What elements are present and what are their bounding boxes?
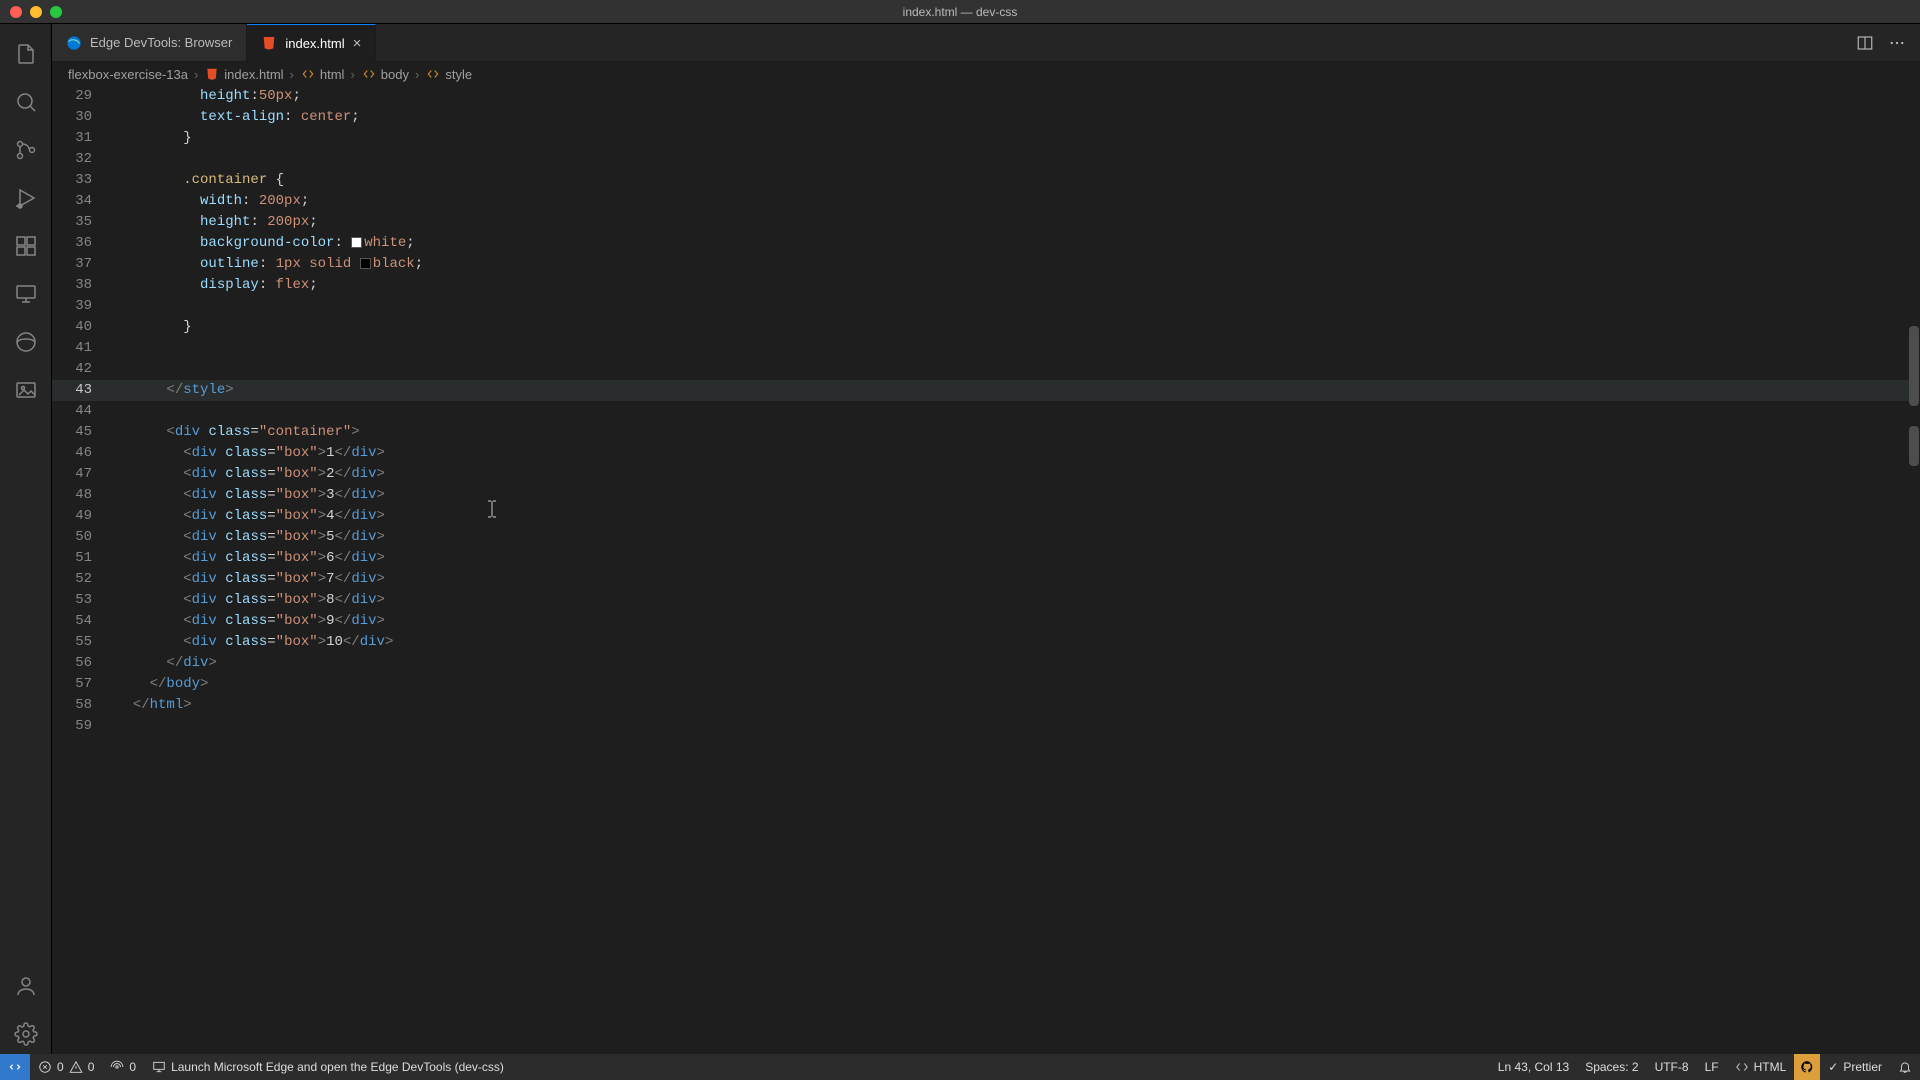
tab-edge-devtools[interactable]: Edge DevTools: Browser (52, 24, 247, 61)
ports-indicator[interactable]: 0 (102, 1054, 144, 1080)
run-debug-icon[interactable] (2, 178, 50, 218)
code-line[interactable]: 45 <div class="container"> (52, 422, 1912, 443)
launch-edge-button[interactable]: Launch Microsoft Edge and open the Edge … (144, 1054, 512, 1080)
code-line[interactable]: 40 } (52, 317, 1912, 338)
brackets-icon (425, 66, 441, 82)
indent-setting[interactable]: Spaces: 2 (1577, 1054, 1646, 1080)
remote-explorer-icon[interactable] (2, 274, 50, 314)
tab-label: index.html (285, 36, 344, 51)
code-line[interactable]: 51 <div class="box">6</div> (52, 548, 1912, 569)
code-line[interactable]: 44 (52, 401, 1912, 422)
language-mode[interactable]: HTML (1727, 1054, 1795, 1080)
code-line[interactable]: 33 .container { (52, 170, 1912, 191)
extensions-icon[interactable] (2, 226, 50, 266)
tab-actions (1856, 24, 1920, 61)
code-line[interactable]: 47 <div class="box">2</div> (52, 464, 1912, 485)
warning-count: 0 (88, 1060, 95, 1074)
html-file-icon (204, 66, 220, 82)
code-line[interactable]: 59 (52, 716, 1912, 737)
code-line[interactable]: 36 background-color: white; (52, 233, 1912, 254)
prettier-indicator[interactable]: ✓ Prettier (1820, 1054, 1890, 1080)
code-line[interactable]: 37 outline: 1px solid black; (52, 254, 1912, 275)
code-line[interactable]: 57 </body> (52, 674, 1912, 695)
window-controls (10, 6, 62, 18)
code-line[interactable]: 54 <div class="box">9</div> (52, 611, 1912, 632)
code-editor[interactable]: 29 height:50px;30 text-align: center;31 … (52, 86, 1920, 1054)
code-line[interactable]: 43 </style> (52, 380, 1912, 401)
code-line[interactable]: 55 <div class="box">10</div> (52, 632, 1912, 653)
code-line[interactable]: 29 height:50px; (52, 86, 1912, 107)
code-line[interactable]: 49 <div class="box">4</div> (52, 506, 1912, 527)
encoding-setting[interactable]: UTF-8 (1647, 1054, 1697, 1080)
more-actions-icon[interactable] (1888, 34, 1906, 52)
code-line[interactable]: 48 <div class="box">3</div> (52, 485, 1912, 506)
edge-devtools-icon[interactable] (2, 322, 50, 362)
code-line[interactable]: 52 <div class="box">7</div> (52, 569, 1912, 590)
brackets-icon (300, 66, 316, 82)
cursor-position[interactable]: Ln 43, Col 13 (1490, 1054, 1577, 1080)
settings-gear-icon[interactable] (2, 1014, 50, 1054)
code-line[interactable]: 31 } (52, 128, 1912, 149)
search-icon[interactable] (2, 82, 50, 122)
code-line[interactable]: 32 (52, 149, 1912, 170)
breadcrumb-html[interactable]: html (300, 66, 345, 82)
accounts-icon[interactable] (2, 966, 50, 1006)
edge-icon (66, 35, 82, 51)
tab-index-html[interactable]: index.html × (247, 24, 376, 61)
editor-scrollbar[interactable] (1906, 86, 1920, 1054)
code-line[interactable]: 41 (52, 338, 1912, 359)
close-window-button[interactable] (10, 6, 22, 18)
copilot-indicator[interactable] (1794, 1054, 1820, 1080)
breadcrumb: flexbox-exercise-13a › index.html › html… (52, 62, 1920, 86)
eol-setting[interactable]: LF (1697, 1054, 1727, 1080)
image-icon[interactable] (2, 370, 50, 410)
code-line[interactable]: 42 (52, 359, 1912, 380)
minimize-window-button[interactable] (30, 6, 42, 18)
tab-label: Edge DevTools: Browser (90, 35, 232, 50)
titlebar: index.html — dev-css (0, 0, 1920, 24)
problems-indicator[interactable]: 0 0 (30, 1054, 102, 1080)
html-file-icon (261, 35, 277, 51)
activity-bar (0, 24, 52, 1054)
code-line[interactable]: 46 <div class="box">1</div> (52, 443, 1912, 464)
editor-tabs: Edge DevTools: Browser index.html × (52, 24, 1920, 62)
breadcrumb-folder[interactable]: flexbox-exercise-13a (68, 67, 188, 82)
code-line[interactable]: 53 <div class="box">8</div> (52, 590, 1912, 611)
breadcrumb-style[interactable]: style (425, 66, 472, 82)
explorer-icon[interactable] (2, 34, 50, 74)
code-line[interactable]: 38 display: flex; (52, 275, 1912, 296)
source-control-icon[interactable] (2, 130, 50, 170)
split-editor-icon[interactable] (1856, 34, 1874, 52)
code-line[interactable]: 56 </div> (52, 653, 1912, 674)
remote-indicator[interactable] (0, 1054, 30, 1080)
close-tab-icon[interactable]: × (353, 36, 362, 51)
code-line[interactable]: 35 height: 200px; (52, 212, 1912, 233)
window-title: index.html — dev-css (903, 5, 1018, 19)
ports-count: 0 (129, 1060, 136, 1074)
statusbar: 0 0 0 Launch Microsoft Edge and open the… (0, 1054, 1920, 1080)
maximize-window-button[interactable] (50, 6, 62, 18)
breadcrumb-file[interactable]: index.html (204, 66, 283, 82)
code-line[interactable]: 30 text-align: center; (52, 107, 1912, 128)
code-line[interactable]: 58 </html> (52, 695, 1912, 716)
notifications-icon[interactable] (1890, 1054, 1920, 1080)
code-line[interactable]: 50 <div class="box">5</div> (52, 527, 1912, 548)
code-line[interactable]: 39 (52, 296, 1912, 317)
brackets-icon (361, 66, 377, 82)
breadcrumb-body[interactable]: body (361, 66, 409, 82)
code-line[interactable]: 34 width: 200px; (52, 191, 1912, 212)
launch-label: Launch Microsoft Edge and open the Edge … (171, 1060, 504, 1074)
error-count: 0 (57, 1060, 64, 1074)
